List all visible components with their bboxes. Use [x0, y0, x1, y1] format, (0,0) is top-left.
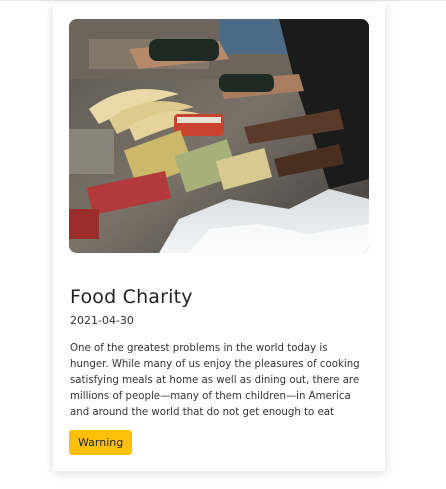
card-image: [69, 19, 369, 253]
page-top-divider: [0, 0, 446, 1]
food-donation-photo-icon: [69, 19, 369, 253]
card-title: Food Charity: [70, 286, 193, 308]
card-description: One of the greatest problems in the worl…: [70, 343, 360, 418]
card-date: 2021-04-30: [70, 314, 134, 327]
warning-badge-button[interactable]: Warning: [69, 430, 133, 455]
charity-card: Food Charity 2021-04-30 One of the great…: [53, 3, 385, 471]
